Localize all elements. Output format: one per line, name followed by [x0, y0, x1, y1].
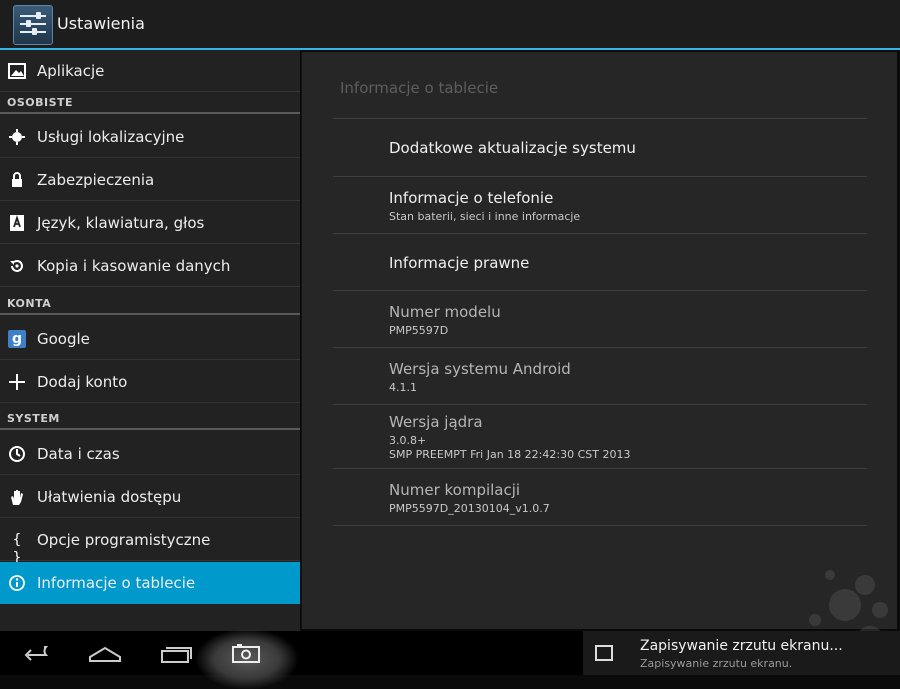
section-header-system: SYSTEM	[0, 408, 300, 430]
back-icon[interactable]	[6, 631, 66, 675]
settings-sliders-icon[interactable]	[13, 5, 53, 45]
divider	[333, 176, 867, 177]
info-icon	[8, 574, 26, 592]
pref-model-number: Numer modelu PMP5597D	[389, 303, 501, 337]
pref-summary: 3.0.8+	[389, 434, 427, 447]
divider	[333, 404, 867, 405]
pref-android-version[interactable]: Wersja systemu Android 4.1.1	[389, 360, 571, 394]
braces-icon: { }	[12, 532, 22, 566]
section-title: OSOBISTE	[7, 96, 74, 109]
recent-apps-icon[interactable]	[146, 631, 206, 675]
keyboard-icon	[8, 214, 26, 232]
divider	[333, 468, 867, 469]
sidebar-item-apps[interactable]: Aplikacje	[0, 50, 300, 92]
sidebar-item-label: Informacje o tablecie	[37, 574, 196, 592]
home-icon[interactable]	[76, 631, 136, 675]
divider	[333, 290, 867, 291]
sidebar-item-google[interactable]: g Google	[0, 318, 300, 360]
pref-title: Dodatkowe aktualizacje systemu	[389, 139, 636, 157]
section-title: KONTA	[7, 297, 52, 310]
action-bar: Ustawienia	[0, 0, 900, 50]
sidebar-item-backup[interactable]: Kopia i kasowanie danych	[0, 245, 300, 287]
divider	[333, 525, 867, 526]
pref-summary: 4.1.1	[389, 381, 417, 394]
sidebar-item-location[interactable]: Usługi lokalizacyjne	[0, 116, 300, 158]
sidebar-item-label: Google	[37, 330, 90, 348]
plus-icon	[8, 373, 26, 391]
pref-title: Numer modelu	[389, 303, 501, 321]
pref-phone-info[interactable]: Informacje o telefonie Stan baterii, sie…	[389, 189, 580, 223]
backup-restore-icon	[8, 257, 26, 275]
sidebar-item-add-account[interactable]: Dodaj konto	[0, 361, 300, 403]
sidebar-item-label: Dodaj konto	[37, 373, 128, 391]
sidebar-item-date-time[interactable]: Data i czas	[0, 433, 300, 475]
sidebar-item-label: Ułatwienia dostępu	[37, 488, 182, 506]
sidebar-item-label: Zabezpieczenia	[37, 171, 155, 189]
pref-summary: PMP5597D_20130104_v1.0.7	[389, 502, 550, 515]
divider	[333, 118, 867, 119]
pref-kernel-version: Wersja jądra 3.0.8+ SMP PREEMPT Fri Jan …	[389, 413, 630, 461]
screenshot-camera-icon[interactable]	[216, 631, 276, 675]
sidebar-item-label: Język, klawiatura, głos	[37, 214, 205, 232]
pref-title: Numer kompilacji	[389, 481, 521, 499]
panel-title: Informacje o tablecie	[340, 79, 499, 97]
divider	[333, 233, 867, 234]
image-icon	[8, 62, 26, 80]
pref-title: Informacje prawne	[389, 254, 530, 272]
notification-title: Zapisywanie zrzutu ekranu...	[640, 638, 843, 654]
section-title: SYSTEM	[7, 412, 60, 425]
section-header-personal: OSOBISTE	[0, 92, 300, 114]
notification-subtitle: Zapisywanie zrzutu ekranu.	[640, 657, 793, 670]
pref-legal-info[interactable]: Informacje prawne	[389, 254, 529, 272]
sidebar-item-language[interactable]: Język, klawiatura, głos	[0, 202, 300, 244]
sidebar-item-developer-options[interactable]: { } Opcje programistyczne	[0, 519, 300, 566]
sidebar-item-label: Kopia i kasowanie danych	[37, 257, 231, 275]
sidebar-item-label: Usługi lokalizacyjne	[37, 128, 185, 146]
page-title: Ustawienia	[57, 14, 145, 33]
sidebar-item-label: Data i czas	[37, 445, 120, 463]
screenshot-notification[interactable]: Zapisywanie zrzutu ekranu... Zapisywanie…	[583, 631, 900, 675]
pref-summary: Stan baterii, sieci i inne informacje	[389, 210, 581, 223]
about-tablet-panel: Informacje o tablecie Dodatkowe aktualiz…	[301, 52, 897, 629]
pref-title: Wersja systemu Android	[389, 360, 571, 378]
divider	[333, 347, 867, 348]
lock-icon	[8, 171, 26, 189]
hand-icon	[8, 488, 26, 506]
google-icon: g	[8, 330, 26, 348]
section-header-accounts: KONTA	[0, 293, 300, 315]
pref-summary: PMP5597D	[389, 324, 449, 337]
clock-icon	[8, 445, 26, 463]
sidebar-item-about-tablet[interactable]: Informacje o tablecie	[0, 562, 300, 604]
pref-system-updates[interactable]: Dodatkowe aktualizacje systemu	[389, 139, 636, 157]
pref-title: Wersja jądra	[389, 413, 483, 431]
sidebar-item-label: Aplikacje	[37, 62, 105, 80]
sidebar-item-accessibility[interactable]: Ułatwienia dostępu	[0, 476, 300, 518]
image-icon	[595, 645, 613, 661]
pref-build-number[interactable]: Numer kompilacji PMP5597D_20130104_v1.0.…	[389, 481, 550, 515]
location-icon	[8, 128, 26, 146]
sidebar-item-security[interactable]: Zabezpieczenia	[0, 159, 300, 201]
pref-summary-line2: SMP PREEMPT Fri Jan 18 22:42:30 CST 2013	[389, 448, 631, 461]
settings-sidebar: Aplikacje OSOBISTE Usługi lokalizacyjne …	[0, 50, 300, 631]
pref-title: Informacje o telefonie	[389, 189, 554, 207]
sidebar-item-label: Opcje programistyczne	[37, 531, 211, 549]
